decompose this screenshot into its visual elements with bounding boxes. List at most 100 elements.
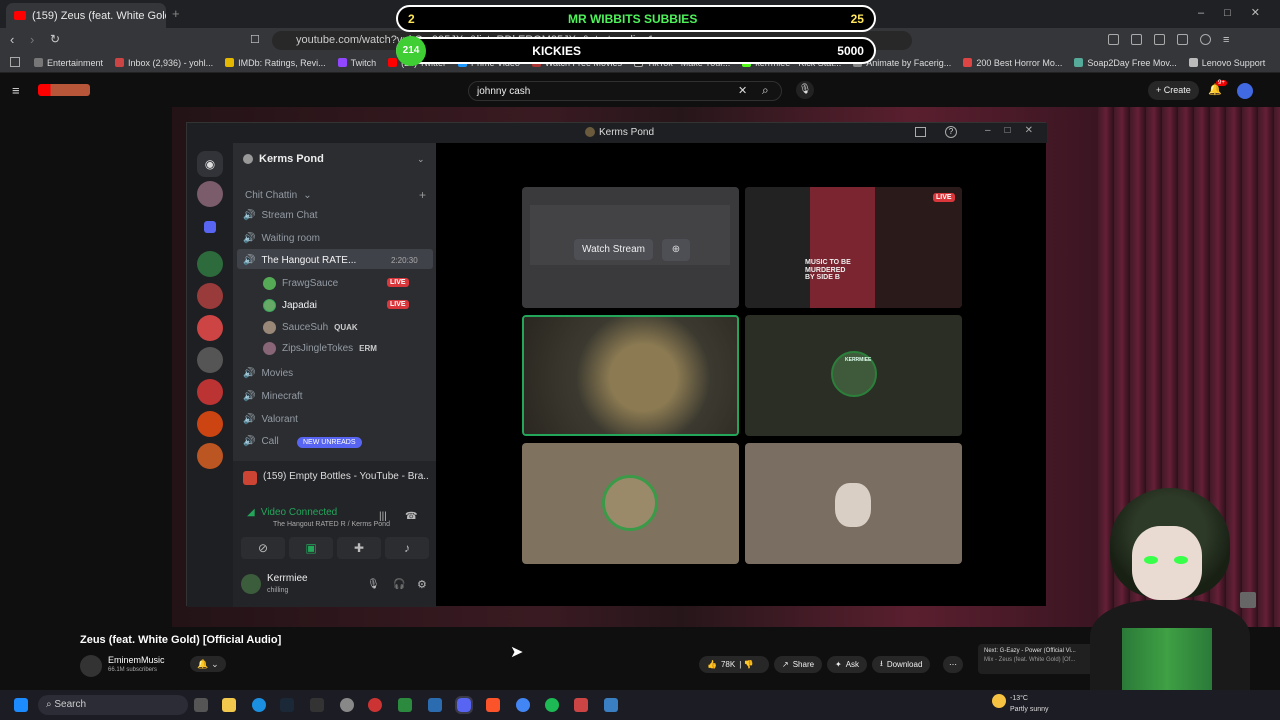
extensions-icon[interactable]: [1108, 34, 1119, 45]
bookmark-item[interactable]: Twitch: [337, 58, 376, 68]
browser-tab[interactable]: (159) Zeus (feat. White Gold) [Of ✕: [6, 3, 166, 28]
camera-off-icon[interactable]: ⊘: [241, 537, 285, 559]
miniplayer-icon[interactable]: [1240, 592, 1256, 608]
channel-waiting-room[interactable]: 🔊 Waiting room: [243, 233, 320, 244]
search-icon[interactable]: ⌕: [762, 83, 769, 98]
task-view-icon[interactable]: [194, 698, 208, 712]
window-controls[interactable]: –□✕: [1198, 6, 1280, 19]
music-icon[interactable]: [1154, 34, 1165, 45]
chevron-down-icon[interactable]: ⌄: [417, 154, 425, 165]
help-icon[interactable]: ?: [945, 126, 957, 138]
spotify-icon[interactable]: [545, 698, 559, 712]
screen-share-icon[interactable]: ▣: [289, 537, 333, 559]
server-icon[interactable]: [197, 283, 223, 309]
apps-icon[interactable]: [10, 57, 20, 67]
app-icon[interactable]: [574, 698, 588, 712]
calculator-icon[interactable]: [428, 698, 442, 712]
avatar[interactable]: [1237, 83, 1253, 99]
weather-widget[interactable]: -13°C Partly sunny: [1010, 693, 1049, 715]
ask-button[interactable]: ✦ Ask: [827, 656, 868, 673]
category-chit-chattin[interactable]: Chit Chattin ⌄: [245, 190, 312, 201]
forward-icon[interactable]: ›: [30, 32, 34, 47]
server-icon[interactable]: [197, 347, 223, 373]
discord-home-icon[interactable]: ◉: [197, 151, 223, 177]
brave-icon[interactable]: [486, 698, 500, 712]
channel-hangout[interactable]: 🔊 The Hangout RATE...: [243, 255, 356, 266]
member-saucesuh[interactable]: SauceSuh QUAK: [263, 321, 358, 334]
inbox-icon[interactable]: [915, 127, 926, 137]
search-input[interactable]: johnny cash: [468, 81, 782, 101]
server-icon[interactable]: [197, 251, 223, 277]
channel-valorant[interactable]: 🔊 Valorant: [243, 414, 298, 425]
weather-icon[interactable]: [992, 694, 1006, 708]
mic-icon[interactable]: 🎙: [367, 579, 380, 590]
disconnect-icon[interactable]: ☎: [405, 511, 417, 522]
download-button[interactable]: ⭳ Download: [872, 656, 931, 673]
subscribed-bell-button[interactable]: 🔔 ⌄: [190, 656, 226, 672]
settings-gear-icon[interactable]: ⚙: [417, 578, 427, 591]
new-tab-icon[interactable]: +: [172, 6, 180, 21]
menu-icon[interactable]: ≡: [1223, 34, 1229, 46]
activities-icon[interactable]: ✚: [337, 537, 381, 559]
channel-avatar[interactable]: [80, 655, 102, 677]
create-button[interactable]: + Create: [1148, 81, 1199, 100]
camera-tile[interactable]: [522, 315, 739, 436]
obs-icon[interactable]: [340, 698, 354, 712]
app-icon[interactable]: [604, 698, 618, 712]
bookmark-icon[interactable]: ☐: [250, 33, 260, 46]
member-zipsjingletokes[interactable]: ZipsJingleTokes ERM: [263, 342, 377, 355]
bookmark-item[interactable]: Inbox (2,936) - yohl...: [115, 58, 213, 68]
steam-icon[interactable]: [280, 698, 294, 712]
app-icon[interactable]: [368, 698, 382, 712]
voice-search-icon[interactable]: 🎙: [796, 81, 814, 99]
server-icon[interactable]: [197, 379, 223, 405]
like-button[interactable]: 👍 78K | 👎: [699, 656, 769, 673]
member-frawgsauce[interactable]: FrawgSauce: [263, 277, 338, 290]
server-icon[interactable]: [197, 443, 223, 469]
reload-icon[interactable]: ↻: [50, 32, 60, 46]
chrome-icon[interactable]: [516, 698, 530, 712]
discord-icon[interactable]: [455, 696, 473, 714]
server-icon[interactable]: [197, 181, 223, 207]
channel-name[interactable]: EminemMusic: [108, 655, 165, 665]
clear-search-icon[interactable]: ✕: [738, 84, 747, 97]
server-icon[interactable]: [197, 315, 223, 341]
bookmark-item[interactable]: Entertainment: [34, 58, 103, 68]
bookmark-item[interactable]: 200 Best Horror Mo...: [963, 58, 1062, 68]
back-icon[interactable]: ‹: [10, 32, 14, 47]
discord-window-controls[interactable]: –□✕: [985, 125, 1047, 136]
bookmark-item[interactable]: Soap2Day Free Mov...: [1074, 58, 1177, 68]
server-icon[interactable]: [197, 411, 223, 437]
member-japadai[interactable]: Japadai: [263, 299, 317, 312]
youtube-logo[interactable]: [38, 84, 90, 96]
user-info[interactable]: Kerrmiee chilling: [241, 573, 308, 595]
popout-icon[interactable]: ⊕: [662, 239, 690, 261]
avatar-tile-kerrmiee[interactable]: KERRMIEE: [745, 315, 962, 436]
avatar-tile-zipsjingletokes[interactable]: [745, 443, 962, 564]
more-actions-icon[interactable]: ⋯: [943, 656, 963, 673]
bookmark-item[interactable]: Lenovo Support: [1188, 58, 1265, 68]
stream-tile-frawgsauce[interactable]: MUSIC TO BE MURDERED BY SIDE B LIVE: [745, 187, 962, 308]
channel-stream-chat[interactable]: 🔊 Stream Chat: [243, 210, 318, 221]
channel-call[interactable]: 🔊 Call: [243, 436, 279, 447]
taskbar-search[interactable]: ⌕ Search: [38, 695, 188, 715]
watch-stream-button[interactable]: Watch Stream: [574, 239, 653, 260]
avatar-tile-saucesuh[interactable]: [522, 443, 739, 564]
new-unreads-pill[interactable]: NEW UNREADS: [297, 437, 362, 448]
soundboard-icon[interactable]: ♪: [385, 537, 429, 559]
wallet-icon[interactable]: [1177, 34, 1188, 45]
file-explorer-icon[interactable]: [222, 698, 236, 712]
folder-icon[interactable]: [204, 221, 216, 233]
shield-icon[interactable]: [1200, 34, 1211, 45]
epic-games-icon[interactable]: [310, 698, 324, 712]
stream-tile-japadai[interactable]: Watch Stream ⊕: [522, 187, 739, 308]
edge-icon[interactable]: [252, 698, 266, 712]
noise-suppression-icon[interactable]: |||: [379, 511, 387, 522]
share-button[interactable]: ↗ Share: [774, 656, 823, 673]
headphones-icon[interactable]: 🎧: [393, 579, 405, 590]
xbox-icon[interactable]: [398, 698, 412, 712]
channel-minecraft[interactable]: 🔊 Minecraft: [243, 391, 303, 402]
bookmark-item[interactable]: IMDb: Ratings, Revi...: [225, 58, 326, 68]
hamburger-menu-icon[interactable]: ≡: [12, 83, 20, 98]
activity-row[interactable]: (159) Empty Bottles - YouTube - Bra...: [243, 471, 429, 485]
